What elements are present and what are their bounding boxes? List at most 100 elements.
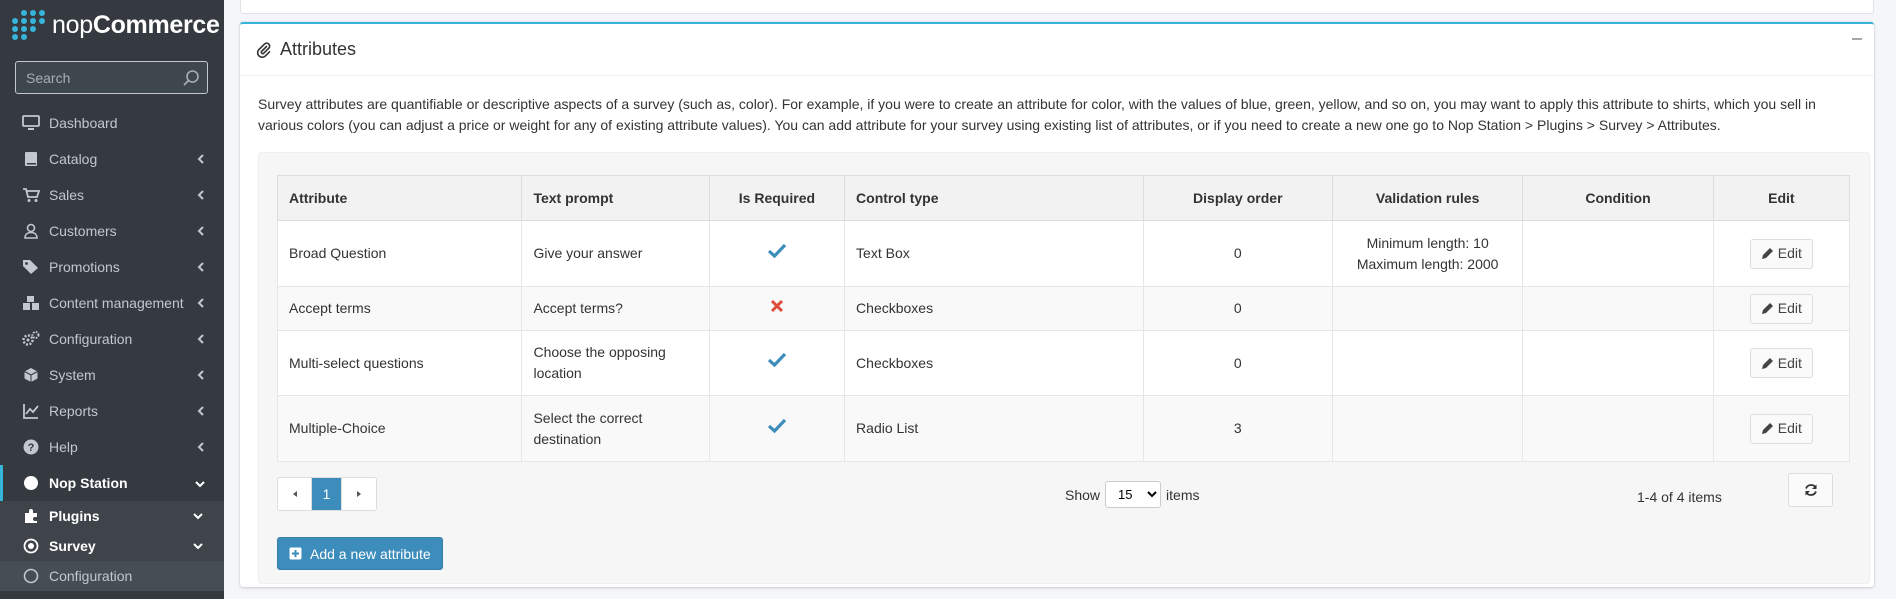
sidebar-item-configuration[interactable]: Configuration [0, 321, 224, 357]
brand-name: nopCommerce [52, 10, 220, 39]
chevron-left-icon [197, 226, 204, 236]
edit-button[interactable]: Edit [1749, 238, 1813, 269]
chevron-left-icon [197, 154, 204, 164]
sidebar-item-plugins[interactable]: Plugins [0, 501, 224, 531]
condition-cell [1522, 220, 1714, 287]
cubes-icon [22, 294, 40, 312]
sidebar-item-label: Dashboard [49, 115, 118, 131]
edit-button[interactable]: Edit [1749, 413, 1813, 444]
items-label: items [1166, 486, 1200, 503]
sidebar-item-nop-station[interactable]: Nop Station [0, 465, 224, 501]
caret-left-icon [292, 491, 297, 497]
sidebar-item-dashboard[interactable]: Dashboard [0, 105, 224, 141]
check-icon [767, 418, 787, 433]
table-row: Multiple-Choice Select the correct destin… [276, 395, 1851, 462]
chevron-left-icon [197, 442, 204, 452]
next-page-button[interactable] [342, 478, 376, 510]
sidebar-item-label: Sales [49, 187, 85, 203]
sidebar-item-help[interactable]: ? Help [0, 429, 224, 465]
minus-icon[interactable] [1850, 32, 1864, 46]
table-row: Multi-select questions Choose the opposi… [276, 330, 1851, 396]
column-header[interactable]: Control type [844, 175, 1144, 221]
sidebar-item-label: Customers [49, 223, 117, 239]
column-header[interactable]: Display order [1142, 175, 1333, 221]
column-header[interactable]: Attribute [276, 175, 523, 221]
sidebar-item-sales[interactable]: Sales [0, 177, 224, 213]
sidebar-item-label: System [49, 367, 96, 383]
sidebar-item-reports[interactable]: Reports [0, 393, 224, 429]
check-icon [767, 243, 787, 258]
table-row: Broad Question Give your answer Text Box… [276, 220, 1851, 287]
prev-page-button[interactable] [278, 478, 312, 510]
attributes-table: Attribute Text prompt Is Required Contro… [276, 175, 1851, 462]
edit-button[interactable]: Edit [1749, 293, 1813, 324]
search-input[interactable] [26, 69, 176, 86]
edit-button[interactable]: Edit [1749, 348, 1813, 378]
table-row: Accept terms Accept terms? Checkboxes 0 … [276, 286, 1851, 331]
card-header[interactable]: Attributes [240, 24, 1874, 76]
svg-text:?: ? [28, 442, 35, 454]
sidebar-item-label: Content management [49, 295, 184, 311]
page-size-control: Show 15 items [1065, 481, 1199, 508]
user-icon [22, 222, 40, 240]
attribute-cell: Multi-select questions [276, 330, 523, 396]
text-prompt-cell: Accept terms? [521, 286, 710, 331]
control-type-cell: Checkboxes [844, 330, 1144, 396]
column-header[interactable]: Text prompt [521, 175, 710, 221]
display-order-cell: 0 [1142, 220, 1333, 287]
cube-icon [22, 366, 40, 384]
condition-cell [1522, 286, 1714, 331]
control-type-cell: Radio List [844, 395, 1144, 462]
add-new-attribute-button[interactable]: Add a new attribute [277, 537, 443, 570]
control-type-cell: Text Box [844, 220, 1144, 287]
sidebar-item-label: Configuration [49, 331, 133, 347]
chevron-down-icon [195, 481, 205, 488]
page-button-current[interactable]: 1 [312, 478, 342, 510]
text-prompt-cell: Choose the opposing location [521, 330, 710, 396]
dot-circle-icon [22, 537, 40, 555]
sidebar-item-survey-configuration[interactable]: Configuration [0, 561, 224, 591]
chevron-left-icon [197, 298, 204, 308]
brand-logo[interactable]: nopCommerce [0, 0, 224, 50]
attribute-cell: Accept terms [276, 286, 523, 331]
search-icon[interactable] [182, 69, 200, 87]
sidebar-item-promotions[interactable]: Promotions [0, 249, 224, 285]
display-order-cell: 0 [1142, 286, 1333, 331]
column-header[interactable]: Is Required [708, 175, 846, 221]
condition-cell [1522, 395, 1714, 462]
pagination: 1 [277, 477, 377, 511]
control-type-cell: Checkboxes [844, 286, 1144, 331]
table-header-row: Attribute Text prompt Is Required Contro… [276, 175, 1851, 221]
question-icon: ? [22, 438, 40, 456]
column-header[interactable]: Condition [1522, 175, 1714, 221]
sidebar-submenu: Plugins Survey Configuration [0, 501, 224, 591]
column-header[interactable]: Edit [1712, 175, 1851, 221]
chevron-left-icon [197, 262, 204, 272]
sidebar-item-catalog[interactable]: Catalog [0, 141, 224, 177]
validation-rules-cell [1331, 330, 1524, 396]
refresh-button[interactable] [1788, 473, 1833, 507]
pencil-icon [1761, 303, 1773, 314]
validation-rule: Maximum length: 2000 [1356, 255, 1499, 272]
page-size-select[interactable]: 15 [1105, 481, 1162, 508]
sidebar-item-customers[interactable]: Customers [0, 213, 224, 249]
monitor-icon [22, 114, 40, 132]
column-header[interactable]: Validation rules [1331, 175, 1524, 221]
pencil-icon [1761, 357, 1773, 369]
circle-icon [22, 474, 40, 492]
sidebar-item-label: Configuration [49, 568, 133, 584]
attribute-cell: Broad Question [276, 220, 523, 287]
tags-icon [22, 258, 40, 276]
chevron-left-icon [197, 334, 204, 344]
gears-icon [22, 330, 40, 348]
validation-rule: Minimum length: 10 [1366, 234, 1489, 251]
sidebar-nav: Dashboard Catalog Sales Customers Promot… [0, 105, 224, 591]
edit-cell: Edit [1712, 395, 1851, 462]
sidebar-item-survey[interactable]: Survey [0, 531, 224, 561]
text-prompt-cell: Select the correct destination [521, 395, 710, 462]
sidebar-item-system[interactable]: System [0, 357, 224, 393]
sidebar-item-content-management[interactable]: Content management [0, 285, 224, 321]
chevron-left-icon [197, 370, 204, 380]
sidebar-item-label: Reports [49, 403, 99, 419]
cross-icon [770, 299, 783, 313]
